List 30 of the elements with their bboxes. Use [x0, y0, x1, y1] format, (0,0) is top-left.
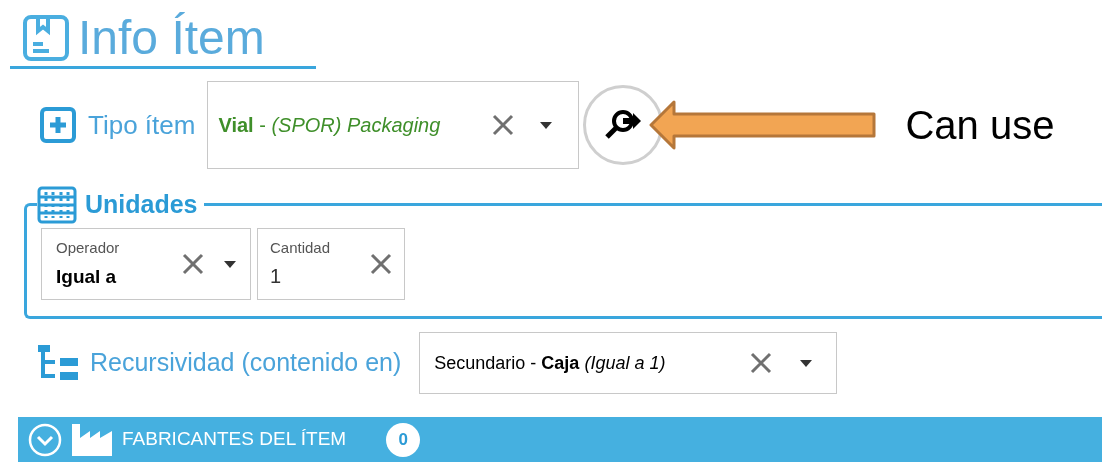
- recursion-dropdown[interactable]: Secundario - Caja (Igual a 1): [419, 332, 838, 394]
- hierarchy-icon: [38, 345, 80, 381]
- field-value: 1: [270, 264, 283, 290]
- factory-icon: [72, 423, 112, 456]
- clear-icon[interactable]: [182, 253, 204, 275]
- field-label: Operador: [56, 237, 120, 258]
- dropdown-value: Secundario - Caja (Igual a 1): [434, 351, 666, 375]
- field-label: Tipo ítem: [88, 108, 196, 142]
- abacus-icon: [37, 186, 77, 224]
- clear-icon[interactable]: [370, 253, 392, 275]
- clear-icon[interactable]: [750, 352, 773, 374]
- field-label: Cantidad: [270, 237, 331, 258]
- field-value: Igual a: [56, 265, 118, 289]
- clear-icon[interactable]: [492, 114, 515, 136]
- section-title: Unidades: [85, 189, 198, 221]
- caret-icon[interactable]: [800, 359, 813, 367]
- annotation-text: Can use: [905, 102, 1055, 149]
- operator-dropdown[interactable]: Operador Igual a: [41, 228, 251, 300]
- field-label: Recursividad (contenido en): [90, 347, 402, 379]
- item-type-dropdown[interactable]: Vial - (SPOR) Packaging: [207, 81, 580, 169]
- arrow-icon: [649, 100, 878, 150]
- page-title: Info Ítem: [78, 14, 265, 62]
- count-badge: 0: [386, 422, 421, 457]
- caret-icon[interactable]: [224, 260, 236, 268]
- section-title: FABRICANTES DEL ÍTEM: [122, 427, 347, 452]
- add-icon: [40, 107, 76, 143]
- dropdown-value: Vial - (SPOR) Packaging: [218, 113, 441, 138]
- caret-icon[interactable]: [540, 121, 553, 129]
- package-icon: [22, 14, 70, 62]
- quantity-field[interactable]: Cantidad 1: [257, 228, 405, 300]
